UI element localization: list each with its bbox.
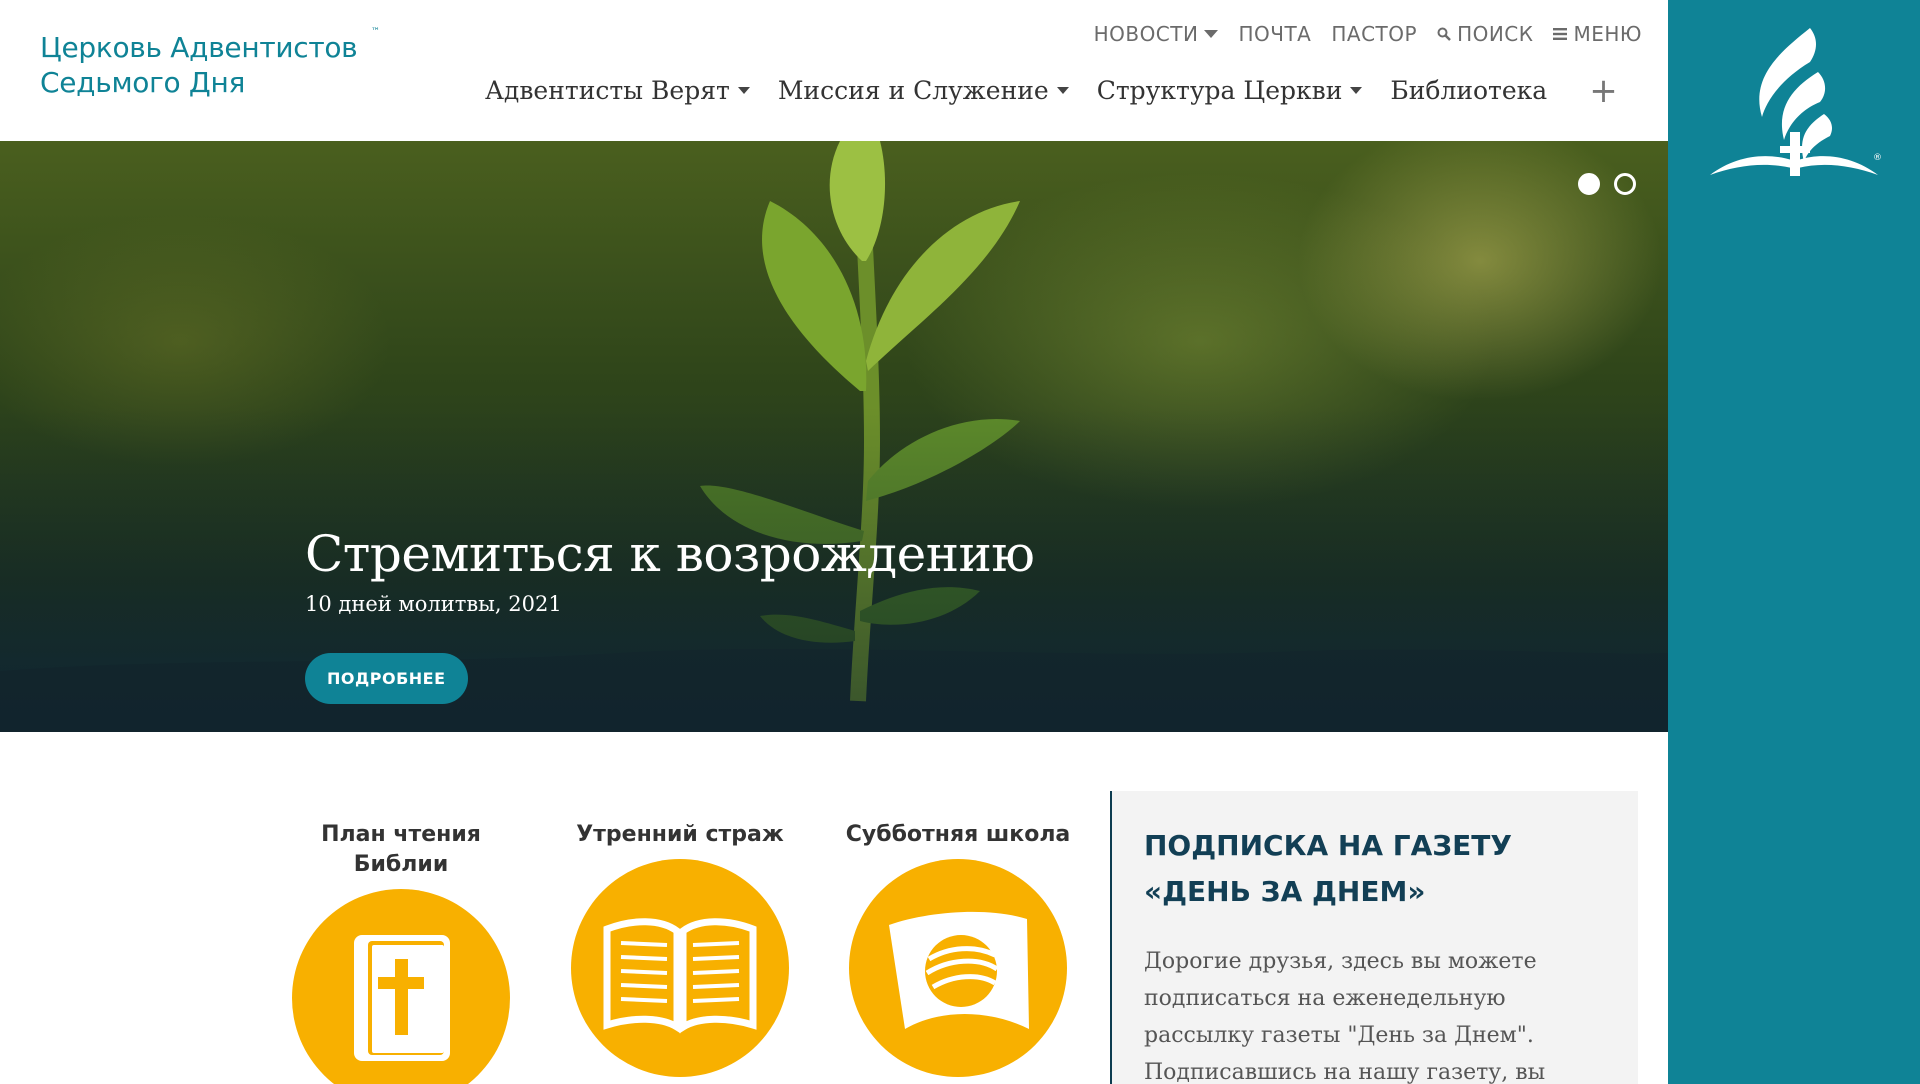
slider-dot-1[interactable] (1578, 173, 1600, 195)
quick-link-label-line1: Утренний страж (576, 822, 784, 847)
quick-link-circle[interactable] (292, 889, 510, 1084)
site-title-line1: Церковь Адвентистов (40, 31, 358, 64)
slider-pagination (1578, 173, 1636, 195)
nav-structure-label: Структура Церкви (1096, 76, 1343, 105)
hero-title: Стремиться к возрождению (305, 525, 1035, 583)
nav-more-plus-icon[interactable]: + (1589, 74, 1618, 108)
chevron-down-icon (1350, 87, 1363, 94)
open-book-icon (603, 918, 757, 1034)
quick-link-label: Субботняя школа (843, 820, 1073, 850)
quick-link-label: План чтения Библии (286, 820, 516, 880)
util-pastor-link[interactable]: ПАСТОР (1331, 22, 1417, 46)
chevron-down-icon (1204, 30, 1219, 38)
site-header: Церковь Адвентистов Седьмого Дня ™ НОВОС… (0, 0, 1668, 141)
nav-structure-dropdown[interactable]: Структура Церкви (1097, 76, 1363, 105)
nav-mission-dropdown[interactable]: Миссия и Служение (778, 76, 1069, 105)
newsletter-subscribe-panel: ПОДПИСКА НА ГАЗЕТУ «ДЕНЬ ЗА ДНЕМ» Дороги… (1110, 791, 1638, 1084)
quick-link-label: Утренний страж (565, 820, 795, 850)
trademark-mark: ™ (371, 27, 380, 37)
util-mail-label: ПОЧТА (1238, 22, 1312, 46)
search-icon (1437, 27, 1451, 41)
nav-beliefs-dropdown[interactable]: Адвентисты Верят (485, 76, 750, 105)
util-news-dropdown[interactable]: НОВОСТИ (1094, 22, 1219, 46)
quick-link-label-line1: Субботняя школа (845, 822, 1071, 847)
util-menu-button[interactable]: МЕНЮ (1553, 22, 1642, 46)
utility-nav: НОВОСТИ ПОЧТА ПАСТОР ПОИСК МЕНЮ (1094, 22, 1642, 46)
site-title-line2: Седьмого Дня (40, 66, 246, 99)
util-menu-label: МЕНЮ (1573, 22, 1642, 46)
quick-link-circle[interactable] (571, 859, 789, 1077)
quick-link-sabbath-school[interactable]: Субботняя школа (843, 820, 1073, 1077)
bible-cross-icon (354, 935, 450, 1061)
main-nav: Адвентисты Верят Миссия и Служение Струк… (485, 74, 1618, 108)
hero-subtitle: 10 дней молитвы, 2021 (305, 592, 562, 616)
sabbath-school-logo-icon (889, 911, 1029, 1029)
hero-more-button[interactable]: ПОДРОБНЕЕ (305, 653, 468, 704)
quick-link-morning-watch[interactable]: Утренний страж (565, 820, 795, 1077)
brand-column: ® (1668, 0, 1920, 1084)
util-news-label: НОВОСТИ (1093, 22, 1199, 46)
quick-link-label-line1: План чтения (321, 822, 481, 847)
util-search-label: ПОИСК (1457, 22, 1534, 46)
util-pastor-label: ПАСТОР (1331, 22, 1418, 46)
hero-slider: Стремиться к возрождению 10 дней молитвы… (0, 141, 1668, 732)
quick-link-label-line2: Библии (353, 852, 449, 877)
chevron-down-icon (1056, 87, 1069, 94)
subscribe-title: ПОДПИСКА НА ГАЗЕТУ «ДЕНЬ ЗА ДНЕМ» (1144, 829, 1512, 908)
nav-library-label: Библиотека (1390, 76, 1548, 105)
quick-link-bible-plan[interactable]: План чтения Библии (286, 820, 516, 1084)
util-mail-link[interactable]: ПОЧТА (1238, 22, 1311, 46)
nav-beliefs-label: Адвентисты Верят (485, 76, 730, 105)
hero-overlay (0, 141, 1668, 732)
hamburger-icon (1553, 28, 1568, 40)
church-logo-icon[interactable]: ® (1710, 22, 1885, 182)
util-search-button[interactable]: ПОИСК (1437, 22, 1533, 46)
subscribe-text: Дорогие друзья, здесь вы можете подписат… (1144, 949, 1546, 1084)
nav-mission-label: Миссия и Служение (777, 76, 1049, 105)
chevron-down-icon (737, 87, 750, 94)
site-title[interactable]: Церковь Адвентистов Седьмого Дня ™ (40, 28, 380, 100)
quick-link-circle[interactable] (849, 859, 1067, 1077)
slider-dot-2[interactable] (1614, 173, 1636, 195)
svg-text:®: ® (1873, 153, 1882, 163)
nav-library-link[interactable]: Библиотека (1390, 76, 1547, 105)
